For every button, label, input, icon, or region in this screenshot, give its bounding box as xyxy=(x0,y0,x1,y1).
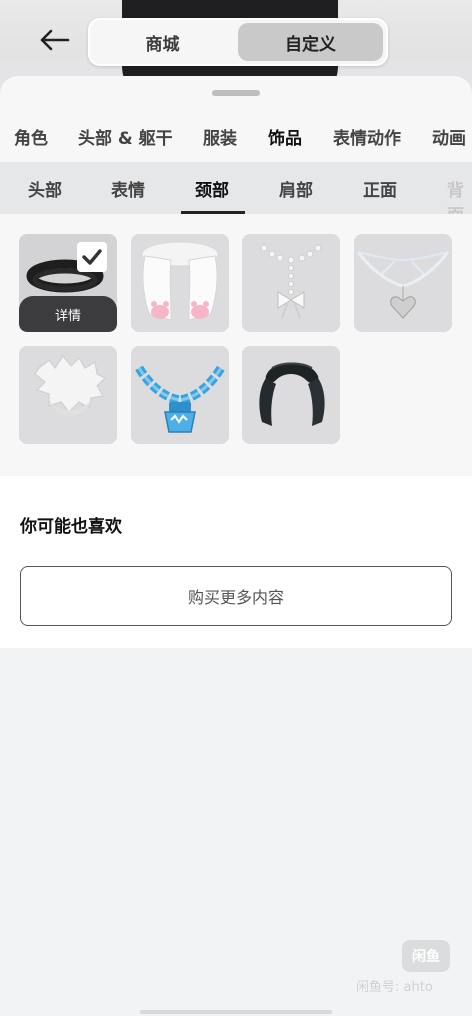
selected-checkmark-icon xyxy=(77,242,107,272)
back-button[interactable] xyxy=(32,22,76,58)
category-tab-animations[interactable]: 动画 xyxy=(432,124,466,149)
pearl-bow-necklace-icon xyxy=(260,244,322,319)
category-tab-accessories[interactable]: 饰品 xyxy=(268,124,302,149)
white-cat-paw-scarf-icon xyxy=(141,241,219,321)
xianyu-watermark-logo: 闲鱼 xyxy=(402,940,450,972)
item-tile[interactable] xyxy=(19,346,117,444)
subcategory-tab-head[interactable]: 头部 xyxy=(28,176,62,201)
blue-chain-necklace-icon xyxy=(135,365,225,433)
subcategory-tabs: 头部 表情 颈部 肩部 正面 背面 xyxy=(0,162,472,214)
item-tile[interactable] xyxy=(242,234,340,332)
white-fur-collar-icon xyxy=(34,354,107,417)
recommendation-section: 你可能也喜欢 购买更多内容 xyxy=(0,476,472,648)
ribbon-heart-necklace-icon xyxy=(356,251,450,319)
category-tab-clothing[interactable]: 服装 xyxy=(203,124,237,149)
tab-shop[interactable]: 商城 xyxy=(90,20,235,64)
subcategory-tab-face[interactable]: 表情 xyxy=(111,176,145,201)
subcategory-tab-neck[interactable]: 颈部 xyxy=(195,176,229,201)
subcategory-tab-back[interactable]: 背面 xyxy=(447,176,472,214)
subcategory-tab-shoulder[interactable]: 肩部 xyxy=(279,176,313,201)
category-tab-emotes[interactable]: 表情动作 xyxy=(333,124,401,149)
subcategory-tab-front[interactable]: 正面 xyxy=(363,176,397,201)
item-details-button[interactable]: 详情 xyxy=(19,296,117,332)
category-tabs: 角色 头部 & 躯干 服装 饰品 表情动作 动画 xyxy=(0,114,472,158)
active-subcategory-indicator xyxy=(181,211,245,214)
black-scarf-icon xyxy=(259,362,325,426)
item-tile[interactable] xyxy=(131,346,229,444)
sheet-drag-handle[interactable] xyxy=(212,90,260,96)
category-tab-character[interactable]: 角色 xyxy=(14,124,48,149)
arrow-left-icon xyxy=(40,29,70,51)
category-tab-head-body[interactable]: 头部 & 躯干 xyxy=(78,124,173,149)
mode-segmented-control: 商城 自定义 xyxy=(88,18,388,66)
recommendation-title: 你可能也喜欢 xyxy=(20,517,122,537)
item-tile[interactable] xyxy=(354,234,452,332)
item-tile[interactable] xyxy=(131,234,229,332)
buy-more-button[interactable]: 购买更多内容 xyxy=(20,566,452,626)
tab-customize[interactable]: 自定义 xyxy=(238,23,383,61)
xianyu-watermark-text: 闲鱼号: ahto xyxy=(356,980,433,995)
item-tile[interactable] xyxy=(242,346,340,444)
item-tile[interactable]: 详情 xyxy=(19,234,117,332)
home-indicator xyxy=(140,1010,332,1014)
